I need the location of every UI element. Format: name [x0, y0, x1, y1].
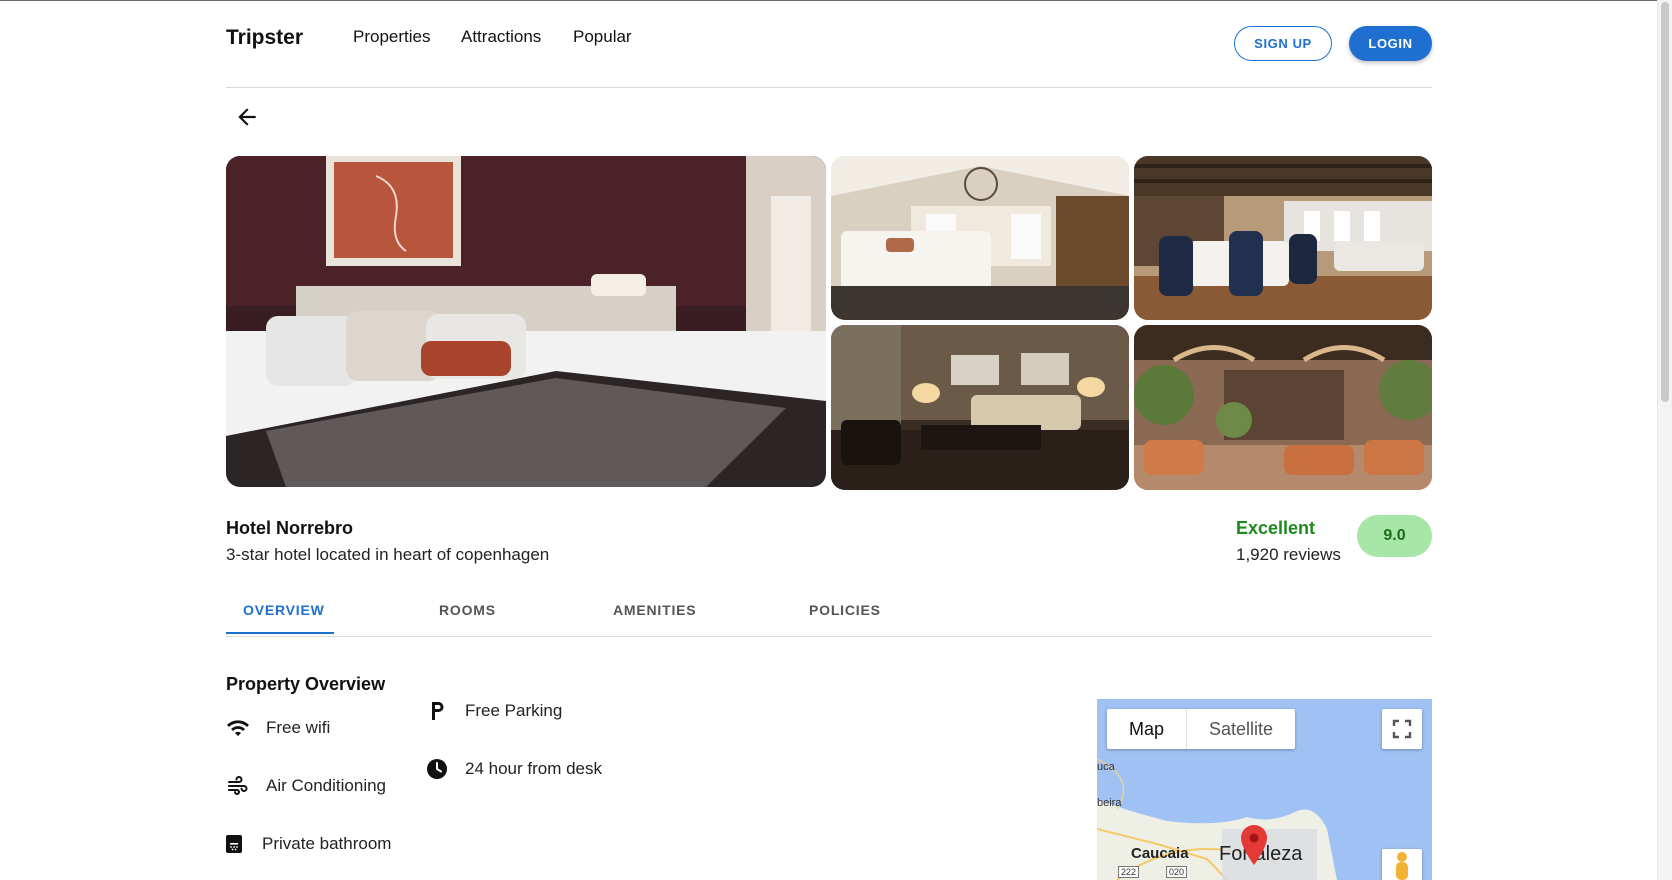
nav-attractions[interactable]: Attractions — [461, 27, 541, 47]
map-marker-icon[interactable] — [1241, 825, 1267, 865]
map-road-shield: 222 — [1118, 866, 1140, 878]
tab-policies[interactable]: POLICIES — [809, 602, 881, 618]
amenity-label: Private bathroom — [262, 834, 392, 853]
parking-icon — [425, 699, 449, 723]
page-scrollbar[interactable] — [1657, 0, 1672, 880]
gallery-photo-bedroom-main[interactable] — [226, 156, 826, 487]
nav-popular[interactable]: Popular — [573, 27, 632, 47]
scrollbar-thumb[interactable] — [1661, 2, 1669, 402]
amenity-24-hour-desk: 24 hour from desk — [425, 757, 602, 781]
hotel-name: Hotel Norrebro — [226, 518, 354, 538]
tabs-divider — [226, 636, 1432, 637]
gallery-photo-suite-bedroom[interactable] — [831, 156, 1129, 320]
amenity-label: Free wifi — [266, 718, 331, 737]
amenity-private-bathroom: Private bathroom — [222, 832, 391, 856]
rating-label: Excellent — [1236, 518, 1316, 538]
login-button[interactable]: LOGIN — [1349, 26, 1432, 61]
fullscreen-icon — [1392, 719, 1412, 739]
tab-overview[interactable]: OVERVIEW — [243, 602, 325, 618]
window-top-border — [0, 0, 1672, 1]
brand-logo[interactable]: Tripster — [226, 26, 303, 50]
gallery-photo-restaurant[interactable] — [1134, 156, 1432, 320]
bathroom-icon — [222, 832, 246, 856]
nav-properties[interactable]: Properties — [353, 27, 430, 47]
review-count[interactable]: 1,920 reviews — [1236, 545, 1341, 565]
pegman-icon — [1396, 852, 1408, 880]
amenity-label: Air Conditioning — [266, 776, 387, 795]
amenity-label: 24 hour from desk — [465, 759, 603, 778]
signup-button[interactable]: SIGN UP — [1234, 26, 1332, 61]
section-title-property-overview: Property Overview — [226, 674, 386, 694]
location-map[interactable]: Map Satellite uca beira Caucaia Fortalez… — [1097, 699, 1432, 880]
arrow-left-icon — [238, 108, 256, 126]
amenity-air-conditioning: Air Conditioning — [226, 774, 386, 798]
wifi-icon — [226, 716, 250, 740]
tab-active-indicator — [226, 632, 334, 634]
air-conditioning-icon — [226, 774, 250, 798]
hotel-description: 3-star hotel located in heart of copenha… — [226, 545, 550, 564]
map-place-label: beira — [1097, 797, 1122, 809]
amenity-label: Free Parking — [465, 701, 563, 720]
map-type-satellite[interactable]: Satellite — [1187, 709, 1295, 749]
clock-icon — [425, 757, 449, 781]
gallery-photo-lobby[interactable] — [1134, 325, 1432, 490]
map-place-label: Caucaia — [1131, 845, 1189, 862]
street-view-button[interactable] — [1382, 849, 1422, 880]
amenity-free-parking: Free Parking — [425, 699, 562, 723]
gallery-photo-lounge[interactable] — [831, 325, 1129, 490]
tab-rooms[interactable]: ROOMS — [439, 602, 496, 618]
tab-amenities[interactable]: AMENITIES — [613, 602, 696, 618]
map-place-label: uca — [1097, 761, 1115, 773]
map-type-toggle: Map Satellite — [1107, 709, 1296, 749]
rating-score-badge: 9.0 — [1357, 515, 1432, 557]
fullscreen-button[interactable] — [1382, 709, 1422, 749]
back-button[interactable] — [234, 104, 260, 130]
header-divider — [226, 87, 1432, 88]
map-road-shield: 020 — [1166, 866, 1188, 878]
amenity-free-wifi: Free wifi — [226, 716, 330, 740]
map-type-map[interactable]: Map — [1107, 709, 1188, 749]
